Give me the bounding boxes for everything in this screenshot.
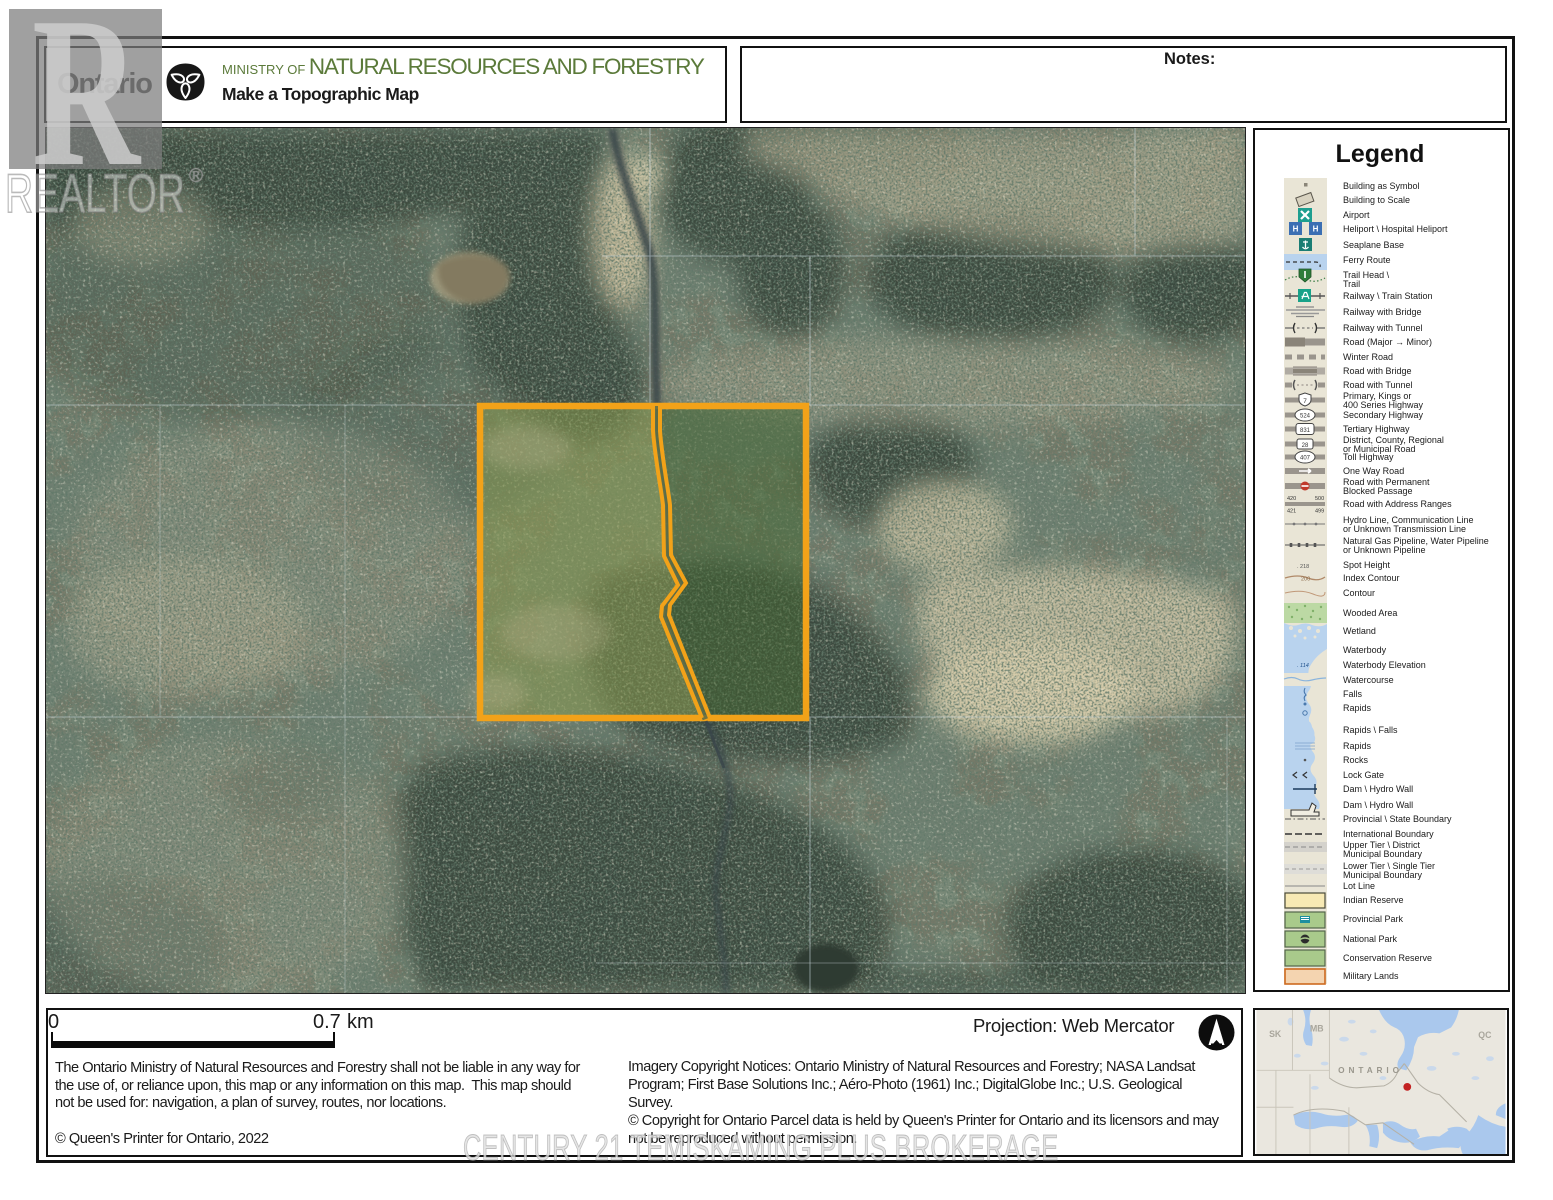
svg-text:420: 420 — [1287, 496, 1296, 502]
svg-text:200: 200 — [1301, 577, 1310, 583]
svg-text:or Unknown Pipeline: or Unknown Pipeline — [1343, 545, 1426, 555]
svg-text:H: H — [1293, 225, 1299, 234]
svg-text:407: 407 — [1300, 456, 1311, 462]
svg-text:Waterbody Elevation: Waterbody Elevation — [1343, 660, 1426, 670]
svg-text:Municipal Boundary: Municipal Boundary — [1343, 870, 1423, 880]
svg-text:Watercourse: Watercourse — [1343, 675, 1394, 685]
svg-text:499: 499 — [1315, 509, 1324, 515]
svg-text:28: 28 — [1302, 443, 1309, 449]
svg-text:Building as Symbol: Building as Symbol — [1343, 181, 1420, 191]
svg-text:Road (Major → Minor): Road (Major → Minor) — [1343, 337, 1432, 347]
svg-text:Lot Line: Lot Line — [1343, 881, 1375, 891]
svg-text:®: ® — [189, 166, 203, 187]
svg-text:Rocks: Rocks — [1343, 755, 1369, 765]
svg-text:. 218: . 218 — [1297, 564, 1309, 570]
svg-text:Wetland: Wetland — [1343, 626, 1376, 636]
svg-text:Secondary Highway: Secondary Highway — [1343, 410, 1424, 420]
svg-text:Provincial \ State Boundary: Provincial \ State Boundary — [1343, 814, 1452, 824]
svg-text:524: 524 — [1300, 414, 1311, 420]
svg-text:SK: SK — [1269, 1029, 1282, 1039]
svg-text:QC: QC — [1478, 1030, 1492, 1040]
svg-text:Waterbody: Waterbody — [1343, 645, 1387, 655]
svg-text:Indian Reserve: Indian Reserve — [1343, 895, 1404, 905]
svg-text:MB: MB — [1310, 1023, 1324, 1033]
svg-text:Spot Height: Spot Height — [1343, 560, 1391, 570]
svg-text:Toll Highway: Toll Highway — [1343, 452, 1394, 462]
svg-text:Ferry Route: Ferry Route — [1343, 255, 1391, 265]
svg-text:421: 421 — [1287, 509, 1296, 515]
svg-text:Legend: Legend — [1336, 140, 1425, 168]
svg-text:Trail: Trail — [1343, 279, 1360, 289]
svg-text:500: 500 — [1315, 496, 1324, 502]
svg-text:Blocked Passage: Blocked Passage — [1343, 486, 1413, 496]
svg-text:One Way Road: One Way Road — [1343, 466, 1404, 476]
svg-text:Wooded Area: Wooded Area — [1343, 608, 1397, 618]
svg-text:Railway with Tunnel: Railway with Tunnel — [1343, 323, 1423, 333]
svg-text:Seaplane Base: Seaplane Base — [1343, 240, 1404, 250]
svg-text:Index Contour: Index Contour — [1343, 573, 1400, 583]
svg-text:. 114: . 114 — [1297, 663, 1309, 669]
svg-text:Railway with Bridge: Railway with Bridge — [1343, 307, 1422, 317]
svg-text:National Park: National Park — [1343, 934, 1398, 944]
svg-text:ONTARIO: ONTARIO — [1338, 1066, 1403, 1075]
svg-text:Rapids \ Falls: Rapids \ Falls — [1343, 725, 1398, 735]
svg-text:Tertiary Highway: Tertiary Highway — [1343, 424, 1410, 434]
svg-text:Lock Gate: Lock Gate — [1343, 770, 1384, 780]
svg-text:Dam \ Hydro Wall: Dam \ Hydro Wall — [1343, 784, 1413, 794]
svg-text:Building to Scale: Building to Scale — [1343, 195, 1410, 205]
svg-text:Municipal Boundary: Municipal Boundary — [1343, 849, 1423, 859]
svg-text:H: H — [1313, 225, 1319, 234]
svg-text:831: 831 — [1300, 428, 1311, 434]
svg-text:Conservation Reserve: Conservation Reserve — [1343, 953, 1432, 963]
svg-text:Provincial Park: Provincial Park — [1343, 914, 1404, 924]
svg-text:International Boundary: International Boundary — [1343, 829, 1434, 839]
svg-text:Airport: Airport — [1343, 210, 1370, 220]
svg-text:Dam \ Hydro Wall: Dam \ Hydro Wall — [1343, 800, 1413, 810]
svg-text:Rapids: Rapids — [1343, 741, 1372, 751]
svg-text:Military Lands: Military Lands — [1343, 971, 1399, 981]
svg-text:Winter Road: Winter Road — [1343, 352, 1393, 362]
svg-text:Falls: Falls — [1343, 689, 1363, 699]
svg-text:REALTOR: REALTOR — [5, 162, 185, 224]
svg-text:Railway \ Train Station: Railway \ Train Station — [1343, 291, 1433, 301]
svg-text:Road with Bridge: Road with Bridge — [1343, 366, 1412, 376]
svg-text:Rapids: Rapids — [1343, 703, 1372, 713]
svg-text:or Unknown Transmission Line: or Unknown Transmission Line — [1343, 524, 1466, 534]
svg-text:Heliport \ Hospital Heliport: Heliport \ Hospital Heliport — [1343, 224, 1448, 234]
svg-text:7: 7 — [1303, 398, 1307, 405]
svg-text:Road with Address Ranges: Road with Address Ranges — [1343, 499, 1452, 509]
svg-text:400 Series Highway: 400 Series Highway — [1343, 400, 1424, 410]
svg-text:Contour: Contour — [1343, 588, 1375, 598]
svg-text:Road with Tunnel: Road with Tunnel — [1343, 380, 1413, 390]
